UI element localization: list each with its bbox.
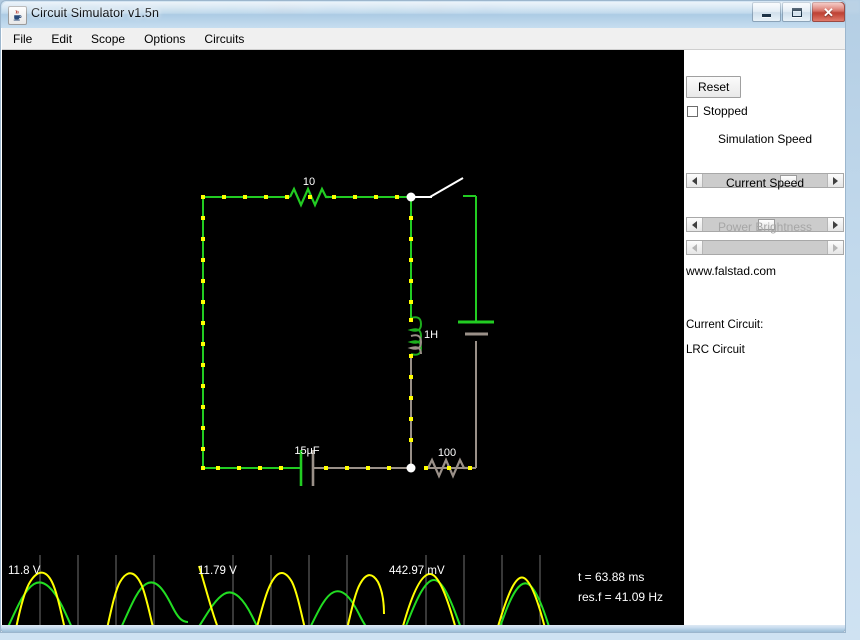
window-client-area: File Edit Scope Options Circuits 10 1H 1… <box>0 28 846 633</box>
application-window: Circuit Simulator v1.5n ✕ File Edit Scop… <box>0 0 846 633</box>
inductor-1h-label: 1H <box>424 329 438 341</box>
falstad-website-link[interactable]: www.falstad.com <box>686 264 776 278</box>
close-button[interactable]: ✕ <box>812 2 845 22</box>
scope-1-readout: 11.8 V <box>8 565 41 577</box>
scope-2-readout: 11.79 V <box>198 565 237 577</box>
window-title: Circuit Simulator v1.5n <box>31 6 160 20</box>
circuit-schematic[interactable]: 10 1H 15µF 100 11.8 V 11.79 V 442.97 mV … <box>2 50 684 631</box>
java-coffee-cup-icon <box>8 6 27 25</box>
minimize-icon <box>762 14 771 17</box>
resistor-10-ohm[interactable]: 10 <box>289 176 329 208</box>
scope-1-trace-yellow <box>14 571 155 631</box>
menu-edit[interactable]: Edit <box>43 30 80 48</box>
menu-bar: File Edit Scope Options Circuits <box>2 28 845 50</box>
capacitor-15uf-label: 15µF <box>294 445 320 457</box>
resonant-frequency-readout: res.f = 41.09 Hz <box>578 590 663 604</box>
wire-group-energized <box>202 196 412 469</box>
simulation-speed-label: Simulation Speed <box>717 132 813 146</box>
stopped-label: Stopped <box>703 104 748 118</box>
circuit-canvas[interactable]: 10 1H 15µF 100 11.8 V 11.79 V 442.97 mV … <box>2 50 684 631</box>
current-speed-label: Current Speed <box>725 176 805 190</box>
scope-3-trace-green <box>402 578 552 631</box>
minimize-button[interactable] <box>752 2 781 22</box>
stopped-checkbox[interactable] <box>687 105 698 117</box>
window-bottom-frame <box>0 625 846 633</box>
menu-file[interactable]: File <box>5 30 40 48</box>
menu-options[interactable]: Options <box>136 30 193 48</box>
current-circuit-label: Current Circuit: <box>686 319 764 331</box>
scope-panel-3[interactable]: 442.97 mV <box>387 555 562 631</box>
control-panel: Reset Stopped Simulation Speed Current S… <box>684 50 845 631</box>
scope-3-readout: 442.97 mV <box>389 565 445 577</box>
menu-scope[interactable]: Scope <box>83 30 133 48</box>
menu-circuits[interactable]: Circuits <box>196 30 252 48</box>
time-readout: t = 63.88 ms <box>578 570 644 584</box>
scope-panel-1[interactable]: 11.8 V <box>2 555 190 631</box>
resistor-10-label: 10 <box>303 176 315 188</box>
current-circuit-name: LRC Circuit <box>686 344 745 356</box>
scope-panel-2[interactable]: 11.79 V <box>195 555 385 631</box>
resistor-100-label: 100 <box>438 447 456 459</box>
capacitor-15uf[interactable]: 15µF <box>294 445 320 486</box>
close-icon: ✕ <box>823 4 834 20</box>
maximize-icon <box>791 7 802 17</box>
stopped-checkbox-row[interactable]: Stopped <box>687 104 748 118</box>
voltage-source[interactable] <box>458 195 494 336</box>
reset-button[interactable]: Reset <box>686 76 742 98</box>
power-brightness-left-arrow <box>687 241 703 254</box>
maximize-button[interactable] <box>782 2 811 22</box>
scope-info-readouts: t = 63.88 ms res.f = 41.09 Hz <box>578 570 663 604</box>
scope-1-trace-green <box>7 581 189 631</box>
inductor-1h[interactable]: 1H <box>407 316 438 356</box>
power-brightness-slider <box>686 240 844 255</box>
power-brightness-label: Power Brightness <box>717 220 813 234</box>
power-brightness-track <box>703 241 827 254</box>
title-bar: Circuit Simulator v1.5n ✕ <box>0 0 846 28</box>
scope-3-trace-yellow <box>400 572 547 631</box>
switch-open[interactable] <box>411 177 464 198</box>
resistor-100-ohm[interactable]: 100 <box>427 447 468 479</box>
power-brightness-right-arrow <box>827 241 843 254</box>
